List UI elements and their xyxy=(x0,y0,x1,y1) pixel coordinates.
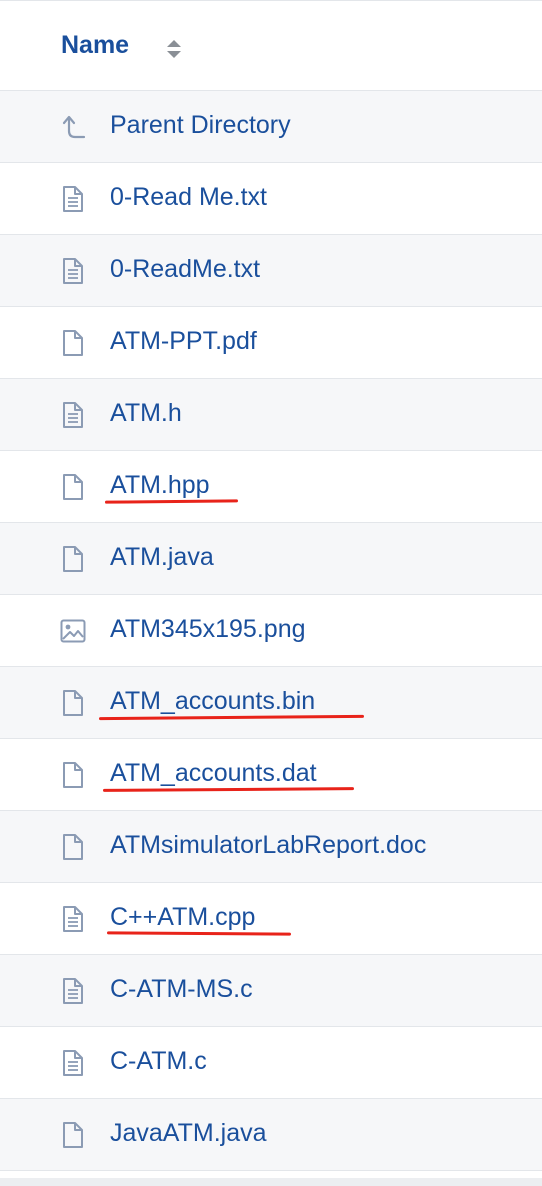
file-row[interactable]: ATM_accounts.dat xyxy=(0,739,542,811)
file-row[interactable]: JavaATM.java xyxy=(0,1099,542,1171)
file-link[interactable]: ATMsimulatorLabReport.doc xyxy=(110,831,426,860)
file-icon xyxy=(59,473,87,501)
file-rows: Parent Directory 0-Read Me.txt 0-ReadMe.tx… xyxy=(0,91,542,1171)
file-row[interactable]: ATM345x195.png xyxy=(0,595,542,667)
file-link[interactable]: C++ATM.cpp xyxy=(110,903,255,932)
text-file-icon xyxy=(59,1049,87,1077)
file-row[interactable]: C-ATM.c xyxy=(0,1027,542,1099)
file-link[interactable]: ATM_accounts.bin xyxy=(110,687,315,716)
file-listing: Name Parent Directory 0-Read Me.txt 0-Read… xyxy=(0,0,542,1171)
text-file-icon xyxy=(59,977,87,1005)
file-link[interactable]: ATM_accounts.dat xyxy=(110,759,317,788)
file-link[interactable]: C-ATM.c xyxy=(110,1047,207,1076)
file-icon xyxy=(59,1121,87,1149)
parent-directory-link[interactable]: Parent Directory xyxy=(110,111,291,140)
file-link[interactable]: ATM.hpp xyxy=(110,471,210,500)
text-file-icon xyxy=(59,905,87,933)
file-link[interactable]: C-ATM-MS.c xyxy=(110,975,253,1004)
file-link[interactable]: ATM-PPT.pdf xyxy=(110,327,257,356)
file-row[interactable]: 0-Read Me.txt xyxy=(0,163,542,235)
file-link[interactable]: 0-Read Me.txt xyxy=(110,183,267,212)
image-file-icon xyxy=(59,617,87,645)
file-row[interactable]: ATM.hpp xyxy=(0,451,542,523)
text-file-icon xyxy=(59,185,87,213)
file-icon xyxy=(59,545,87,573)
text-file-icon xyxy=(59,257,87,285)
annotation-underline xyxy=(106,931,292,936)
text-file-icon xyxy=(59,401,87,429)
file-row[interactable]: ATMsimulatorLabReport.doc xyxy=(0,811,542,883)
file-link[interactable]: ATM345x195.png xyxy=(110,615,306,644)
name-column-header[interactable]: Name xyxy=(61,31,129,60)
file-row[interactable]: ATM_accounts.bin xyxy=(0,667,542,739)
file-link[interactable]: ATM.h xyxy=(110,399,182,428)
file-row[interactable]: ATM.h xyxy=(0,379,542,451)
sort-icon[interactable] xyxy=(165,39,183,59)
file-icon xyxy=(59,689,87,717)
file-link[interactable]: JavaATM.java xyxy=(110,1119,267,1148)
table-header: Name xyxy=(0,0,542,91)
file-link[interactable]: 0-ReadMe.txt xyxy=(110,255,260,284)
parent-directory-icon xyxy=(59,113,87,141)
file-row[interactable]: ATM.java xyxy=(0,523,542,595)
file-link[interactable]: ATM.java xyxy=(110,543,214,572)
file-row[interactable]: C++ATM.cpp xyxy=(0,883,542,955)
file-row[interactable]: C-ATM-MS.c xyxy=(0,955,542,1027)
file-row[interactable]: ATM-PPT.pdf xyxy=(0,307,542,379)
bottom-divider xyxy=(0,1178,542,1186)
file-row[interactable]: 0-ReadMe.txt xyxy=(0,235,542,307)
file-icon xyxy=(59,761,87,789)
file-icon xyxy=(59,329,87,357)
annotation-underline xyxy=(104,499,239,504)
parent-directory-row[interactable]: Parent Directory xyxy=(0,91,542,163)
annotation-underline xyxy=(102,787,355,792)
file-icon xyxy=(59,833,87,861)
